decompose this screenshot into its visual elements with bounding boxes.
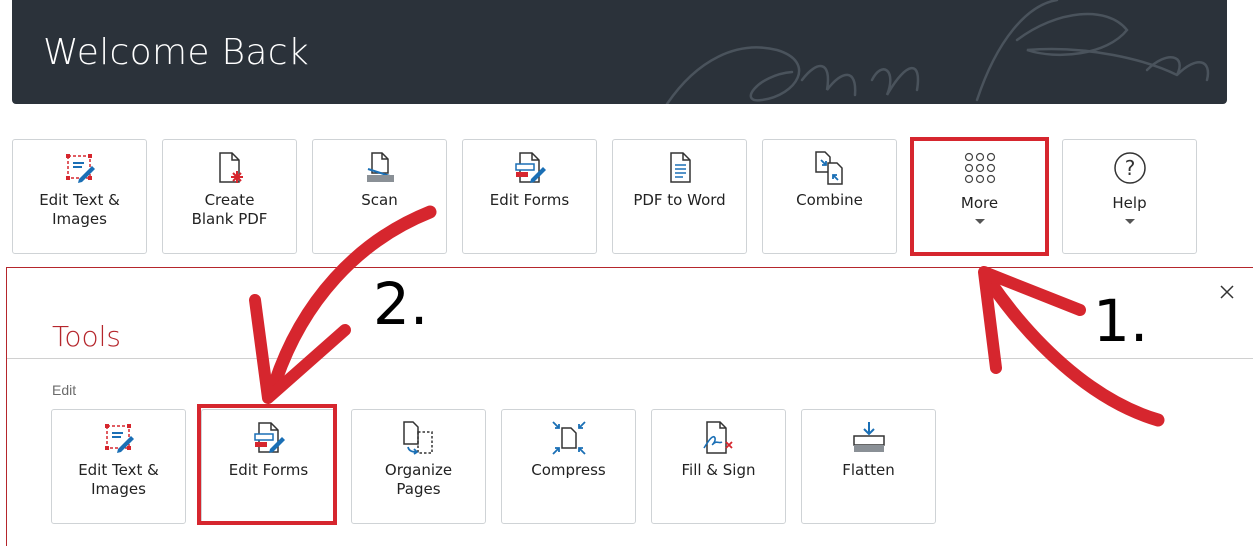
tool-label: Fill & Sign <box>681 461 756 479</box>
combine-icon <box>812 150 848 186</box>
tool-combine[interactable]: Combine <box>762 139 897 254</box>
edit-text-images-icon <box>63 150 97 186</box>
tool-label: Combine <box>796 191 863 209</box>
panel-tool-compress[interactable]: Compress <box>501 409 636 524</box>
page-title: Welcome Back <box>43 32 309 73</box>
step-1-label: 1. <box>1093 287 1149 355</box>
panel-tool-organize-pages[interactable]: Organize Pages <box>351 409 486 524</box>
tool-label: Edit Forms <box>489 191 570 209</box>
tool-label: Edit Text & Images <box>39 191 120 228</box>
tool-create-blank-pdf[interactable]: Create Blank PDF <box>162 139 297 254</box>
organize-pages-icon <box>401 420 437 456</box>
tool-help[interactable]: ? Help <box>1062 139 1197 254</box>
panel-title: Tools <box>52 320 121 353</box>
highlight-more-button <box>910 137 1049 256</box>
panel-tool-fill-sign[interactable]: Fill & Sign <box>651 409 786 524</box>
flatten-icon <box>851 420 887 456</box>
divider <box>7 358 1253 359</box>
edit-forms-icon <box>513 150 547 186</box>
tool-label: Help <box>1112 194 1147 212</box>
svg-text:?: ? <box>1124 156 1135 180</box>
section-label-edit: Edit <box>52 382 77 398</box>
panel-tool-flatten[interactable]: Flatten <box>801 409 936 524</box>
panel-tool-edit-text-images[interactable]: Edit Text & Images <box>51 409 186 524</box>
fill-sign-icon <box>701 420 737 456</box>
edit-text-images-icon <box>102 420 136 456</box>
tool-label: Edit Text & Images <box>78 461 159 498</box>
tool-label: Organize Pages <box>384 461 453 498</box>
tool-label: Flatten <box>842 461 895 479</box>
help-icon: ? <box>1113 150 1147 186</box>
compress-icon <box>551 420 587 456</box>
create-blank-pdf-icon <box>213 150 247 186</box>
tool-label: Compress <box>531 461 606 479</box>
close-icon[interactable] <box>1217 282 1237 302</box>
tool-scan[interactable]: Scan <box>312 139 447 254</box>
tool-pdf-to-word[interactable]: PDF to Word <box>612 139 747 254</box>
tool-edit-text-images[interactable]: Edit Text & Images <box>12 139 147 254</box>
tool-label: PDF to Word <box>633 191 726 209</box>
tool-label: Create Blank PDF <box>191 191 268 228</box>
signature-watermark-icon <box>665 0 1210 104</box>
pdf-to-word-icon <box>663 150 697 186</box>
scan-icon <box>363 150 397 186</box>
tool-label: Scan <box>361 191 398 209</box>
tool-edit-forms[interactable]: Edit Forms <box>462 139 597 254</box>
chevron-down-icon <box>1124 219 1135 224</box>
highlight-edit-forms-tool <box>197 404 337 525</box>
step-2-label: 2. <box>373 270 429 338</box>
welcome-banner: Welcome Back <box>12 0 1227 104</box>
